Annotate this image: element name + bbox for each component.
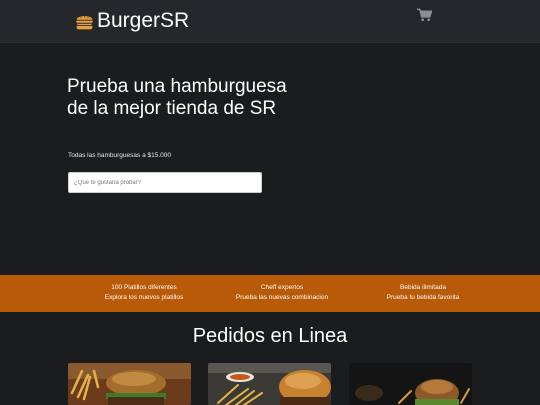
- feature-item: Cheff expertos Prueba las nuevas combina…: [212, 283, 352, 303]
- hero-subtitle: Todas las hamburguesas a $15.000: [68, 152, 171, 159]
- burger-with-fries-and-sauce-photo: [208, 363, 331, 405]
- feature-title: 100 Platillos diferentes: [111, 284, 177, 291]
- navbar: BurgerSR: [0, 0, 540, 43]
- feature-title: Bebida ilimitada: [400, 284, 446, 291]
- orders-title: Pedidos en Linea: [192, 325, 348, 347]
- feature-title: Cheff expertos: [260, 284, 304, 291]
- shopping-cart-icon[interactable]: [417, 8, 432, 22]
- product-card[interactable]: [68, 363, 191, 405]
- feature-subtitle: Prueba las nuevas combinacion: [235, 294, 329, 301]
- brand-link[interactable]: BurgerSR: [74, 8, 189, 34]
- feature-subtitle: Explora los nuevos platillos: [104, 294, 184, 301]
- product-card[interactable]: [208, 363, 331, 405]
- brand-name: BurgerSR: [97, 9, 190, 32]
- hero-title: Prueba una hamburguesa de la mejor tiend…: [67, 76, 287, 119]
- burger-with-fries-photo: [68, 363, 191, 405]
- burger-icon: [76, 15, 93, 29]
- product-card[interactable]: [349, 363, 472, 405]
- feature-item: Bebida ilimitada Prueba tu bebida favori…: [353, 283, 493, 303]
- burger-on-dark-table-photo: [349, 363, 472, 405]
- feature-subtitle: Prueba tu bebida favorita: [386, 294, 460, 301]
- search-input[interactable]: [68, 172, 262, 193]
- feature-item: 100 Platillos diferentes Explora los nue…: [74, 283, 214, 303]
